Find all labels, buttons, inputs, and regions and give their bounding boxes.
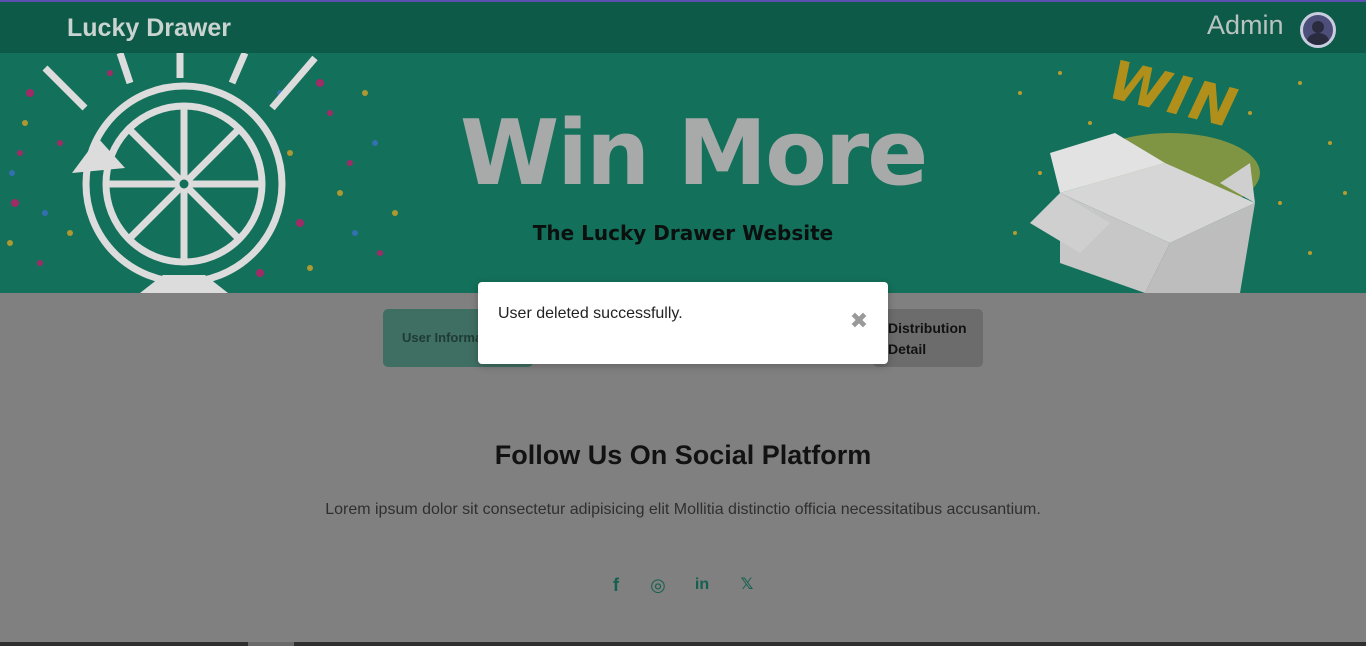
- navbar: Lucky Drawer Admin: [0, 2, 1366, 53]
- brand-logo-text[interactable]: Lucky Drawer: [67, 14, 231, 43]
- tab-label-line1: Distribution: [888, 320, 967, 336]
- success-toast: User deleted successfully. ✖: [478, 282, 888, 364]
- linkedin-icon[interactable]: in: [690, 574, 714, 598]
- avatar[interactable]: [1300, 12, 1336, 48]
- instagram-icon[interactable]: ◎: [646, 574, 670, 598]
- close-icon[interactable]: ✖: [848, 310, 870, 332]
- follow-description: Lorem ipsum dolor sit consectetur adipis…: [325, 501, 1041, 518]
- x-icon[interactable]: 𝕏: [735, 574, 759, 598]
- admin-label[interactable]: Admin: [1207, 10, 1284, 41]
- toast-message: User deleted successfully.: [498, 305, 683, 322]
- follow-title: Follow Us On Social Platform: [494, 440, 872, 470]
- hero-banner: Win More The Lucky Drawer Website WIN: [0, 53, 1366, 293]
- avatar-head-icon: [1312, 21, 1324, 33]
- horizontal-scrollbar[interactable]: [0, 642, 1366, 646]
- tab-label-line2: Detail: [888, 341, 927, 357]
- avatar-body-icon: [1307, 33, 1329, 45]
- tab-distribution-detail-label: Distribution Detail: [888, 318, 967, 360]
- banner-title: Win More: [460, 101, 928, 206]
- scrollbar-thumb[interactable]: [248, 642, 294, 646]
- facebook-icon[interactable]: f: [604, 574, 628, 598]
- prize-wheel-illustration: [7, 53, 398, 293]
